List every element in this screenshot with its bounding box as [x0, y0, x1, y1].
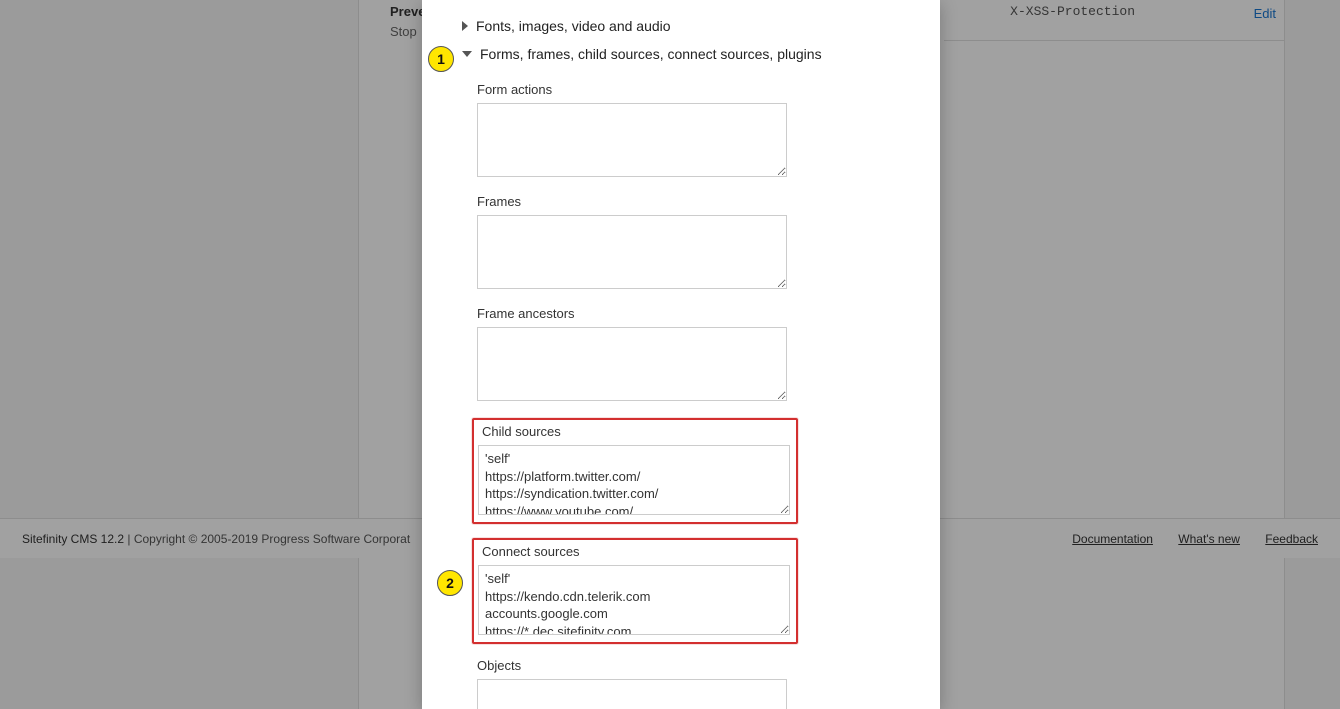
documentation-link[interactable]: Documentation — [1072, 532, 1153, 546]
form-actions-label: Form actions — [477, 82, 880, 97]
section-forms-expanded[interactable]: Forms, frames, child sources, connect so… — [422, 40, 940, 68]
footer-links: Documentation What's new Feedback — [1050, 532, 1318, 546]
chevron-down-icon — [462, 51, 472, 57]
field-objects: Objects — [422, 658, 940, 709]
objects-label: Objects — [477, 658, 880, 673]
field-frames: Frames — [422, 194, 940, 292]
field-frame-ancestors: Frame ancestors — [422, 306, 940, 404]
bg-section-subtitle: Stop — [390, 24, 417, 39]
chevron-right-icon — [462, 21, 468, 31]
section-fonts-label: Fonts, images, video and audio — [476, 18, 671, 34]
form-actions-textarea[interactable] — [477, 103, 787, 177]
frame-ancestors-textarea[interactable] — [477, 327, 787, 401]
objects-textarea[interactable] — [477, 679, 787, 709]
field-child-sources-highlight: Child sources — [472, 418, 798, 524]
whats-new-link[interactable]: What's new — [1178, 532, 1240, 546]
field-form-actions: Form actions — [422, 82, 940, 180]
annotation-badge-1: 1 — [428, 46, 454, 72]
child-sources-label: Child sources — [482, 424, 792, 439]
copyright-text: | Copyright © 2005-2019 Progress Softwar… — [124, 532, 410, 546]
section-forms-label: Forms, frames, child sources, connect so… — [480, 46, 822, 62]
frames-label: Frames — [477, 194, 880, 209]
field-connect-sources-highlight: Connect sources — [472, 538, 798, 644]
http-header-name: X-XSS-Protection — [1010, 4, 1135, 19]
bg-separator — [944, 40, 1285, 41]
frame-ancestors-label: Frame ancestors — [477, 306, 880, 321]
frames-textarea[interactable] — [477, 215, 787, 289]
child-sources-textarea[interactable] — [478, 445, 790, 515]
csp-settings-dialog: Fonts, images, video and audio Forms, fr… — [422, 0, 940, 709]
product-version: Sitefinity CMS 12.2 — [22, 532, 124, 546]
annotation-badge-2: 2 — [437, 570, 463, 596]
connect-sources-label: Connect sources — [482, 544, 792, 559]
feedback-link[interactable]: Feedback — [1265, 532, 1318, 546]
connect-sources-textarea[interactable] — [478, 565, 790, 635]
edit-link[interactable]: Edit — [1254, 6, 1276, 21]
bg-section-title: Preve — [390, 4, 425, 19]
section-fonts-collapsed[interactable]: Fonts, images, video and audio — [422, 12, 940, 40]
